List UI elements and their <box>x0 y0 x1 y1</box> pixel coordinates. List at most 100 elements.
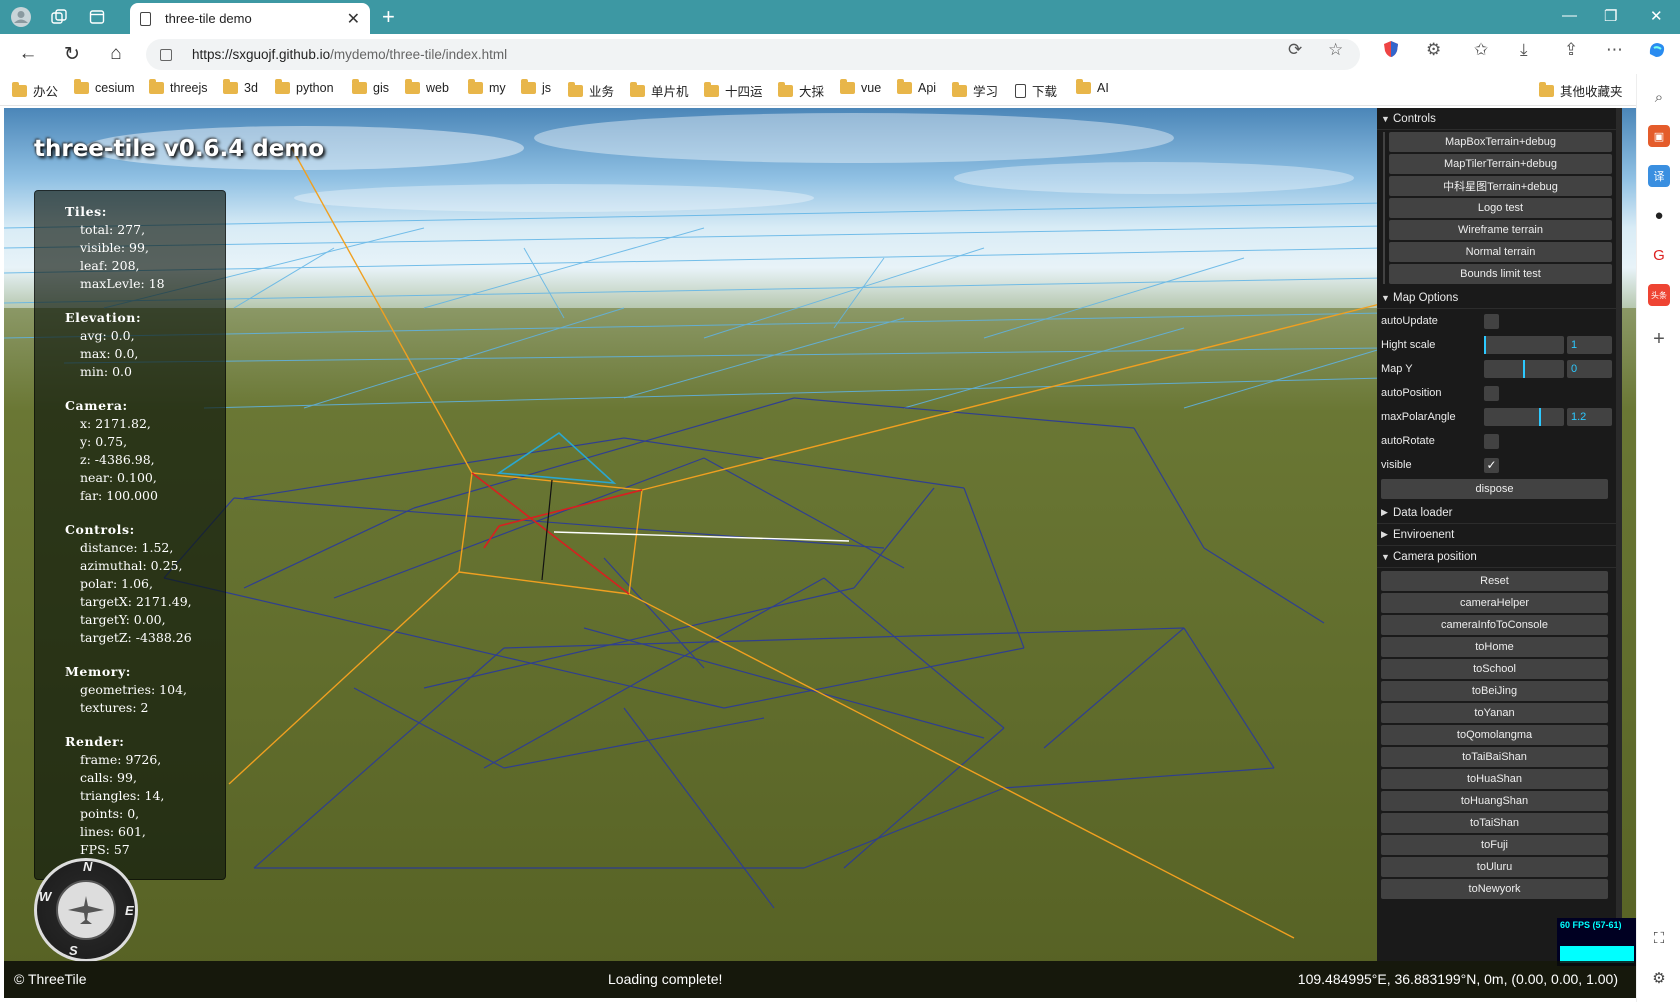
to-uluru-button[interactable]: toUluru <box>1381 857 1608 877</box>
wireframe-terrain-button[interactable]: Wireframe terrain <box>1389 220 1612 240</box>
auto-update-checkbox[interactable] <box>1484 313 1499 329</box>
max-polar-angle-input[interactable]: 1.2 <box>1567 408 1612 426</box>
bookmark-folder[interactable]: Api <box>897 79 936 95</box>
extension-shield-icon[interactable] <box>1382 40 1400 63</box>
workspaces-icon[interactable] <box>48 6 70 28</box>
favorite-star-icon[interactable]: ☆ <box>1328 40 1343 60</box>
favorites-icon[interactable]: ✩ <box>1474 40 1488 60</box>
environment-folder[interactable]: ▶ Enviroenent <box>1377 524 1622 546</box>
site-info-icon[interactable] <box>160 48 172 61</box>
normal-terrain-button[interactable]: Normal terrain <box>1389 242 1612 262</box>
share-icon[interactable]: ⇪ <box>1564 40 1578 60</box>
bookmark-folder[interactable]: 业务 <box>568 81 614 100</box>
bookmark-folder[interactable]: 十四运 <box>704 81 763 100</box>
bookmark-folder[interactable]: gis <box>352 79 389 95</box>
maptiler-terrain-button[interactable]: MapTilerTerrain+debug <box>1389 154 1612 174</box>
refresh-icon[interactable]: ↻ <box>60 43 84 65</box>
auto-rotate-checkbox[interactable] <box>1484 433 1499 449</box>
to-school-button[interactable]: toSchool <box>1381 659 1608 679</box>
tools-icon[interactable]: ▣ <box>1648 125 1670 147</box>
to-beijing-button[interactable]: toBeiJing <box>1381 681 1608 701</box>
slider-thumb[interactable] <box>1484 336 1486 354</box>
folder-icon <box>1076 79 1091 94</box>
camera-group: Camera: x: 2171.82, y: 0.75, z: -4386.98… <box>65 398 225 506</box>
geovis-terrain-button[interactable]: 中科星图Terrain+debug <box>1389 176 1612 196</box>
to-huashan-button[interactable]: toHuaShan <box>1381 769 1608 789</box>
map-options-folder[interactable]: ▼ Map Options <box>1377 287 1622 309</box>
bookmark-folder[interactable]: 3d <box>223 79 258 95</box>
to-qomolangma-button[interactable]: toQomolangma <box>1381 725 1608 745</box>
fps-monitor[interactable]: 60 FPS (57-61) <box>1557 918 1636 966</box>
auto-position-label: autoPosition <box>1381 387 1442 399</box>
bounds-limit-test-button[interactable]: Bounds limit test <box>1389 264 1612 284</box>
auto-position-checkbox[interactable] <box>1484 385 1499 401</box>
slider-thumb[interactable] <box>1538 408 1541 426</box>
to-taishan-button[interactable]: toTaiShan <box>1381 813 1608 833</box>
logo-test-button[interactable]: Logo test <box>1389 198 1612 218</box>
settings-gear-icon[interactable]: ⚙ <box>1648 967 1670 989</box>
copilot-icon[interactable] <box>1647 40 1667 65</box>
controls-folder[interactable]: ▼ Controls <box>1377 108 1622 130</box>
bookmark-folder[interactable]: cesium <box>74 79 135 95</box>
bookmark-folder[interactable]: python <box>275 79 334 95</box>
to-home-button[interactable]: toHome <box>1381 637 1608 657</box>
add-app-icon[interactable]: + <box>1648 328 1670 350</box>
home-icon[interactable]: ⌂ <box>104 43 128 65</box>
bookmark-folder[interactable]: AI <box>1076 79 1109 95</box>
to-huangshan-button[interactable]: toHuangShan <box>1381 791 1608 811</box>
hight-scale-input[interactable]: 1 <box>1567 336 1612 354</box>
slider-thumb[interactable] <box>1523 360 1525 378</box>
minimize-icon[interactable]: — <box>1562 7 1577 24</box>
camera-info-button[interactable]: cameraInfoToConsole <box>1381 615 1608 635</box>
airplane-icon <box>68 896 104 924</box>
more-menu-icon[interactable]: ⋯ <box>1606 40 1623 60</box>
mapbox-terrain-button[interactable]: MapBoxTerrain+debug <box>1389 132 1612 152</box>
extensions-icon[interactable]: ⚙ <box>1426 40 1441 60</box>
other-bookmarks[interactable]: 其他收藏夹 <box>1539 81 1623 100</box>
tab-three-tile-demo[interactable]: three-tile demo ✕ <box>130 3 370 34</box>
bookmark-folder[interactable]: threejs <box>149 79 208 95</box>
restore-icon[interactable]: ❐ <box>1604 7 1617 25</box>
toutiao-icon[interactable]: 头条 <box>1648 284 1670 306</box>
address-bar[interactable]: https://sxguojf.github.io /mydemo/three-… <box>146 39 1360 70</box>
github-icon[interactable]: ● <box>1648 204 1670 226</box>
map-y-slider[interactable] <box>1484 360 1564 378</box>
to-fuji-button[interactable]: toFuji <box>1381 835 1608 855</box>
bookmark-folder[interactable]: 办公 <box>12 81 58 100</box>
gui-scrollbar[interactable] <box>1616 108 1622 961</box>
bookmark-folder[interactable]: 学习 <box>952 81 998 100</box>
reset-button[interactable]: Reset <box>1381 571 1608 591</box>
bookmark-file[interactable]: 下载 <box>1015 81 1057 100</box>
bookmark-folder[interactable]: web <box>405 79 449 95</box>
bookmark-folder[interactable]: js <box>521 79 551 95</box>
bookmark-folder[interactable]: my <box>468 79 506 95</box>
back-icon[interactable]: ← <box>16 43 40 65</box>
to-yanan-button[interactable]: toYanan <box>1381 703 1608 723</box>
to-newyork-button[interactable]: toNewyork <box>1381 879 1608 899</box>
compass[interactable]: N E S W <box>34 858 138 962</box>
bookmark-folder[interactable]: 单片机 <box>630 81 689 100</box>
profile-icon[interactable] <box>10 6 32 28</box>
camera-helper-button[interactable]: cameraHelper <box>1381 593 1608 613</box>
g-app-icon[interactable]: G <box>1648 244 1670 266</box>
hight-scale-slider[interactable] <box>1484 336 1564 354</box>
translate-icon[interactable]: ⟳ <box>1288 40 1302 60</box>
visible-checkbox[interactable]: ✓ <box>1484 457 1499 473</box>
close-tab-icon[interactable]: ✕ <box>347 9 360 29</box>
downloads-icon[interactable]: ⤓ <box>1520 40 1528 60</box>
cloud <box>294 184 814 212</box>
to-taibaishan-button[interactable]: toTaiBaiShan <box>1381 747 1608 767</box>
screenshot-icon[interactable]: ⛶ <box>1648 927 1670 949</box>
map-y-input[interactable]: 0 <box>1567 360 1612 378</box>
search-icon[interactable]: ⌕ <box>1648 86 1670 108</box>
new-tab-icon[interactable]: + <box>382 4 395 30</box>
bookmark-folder[interactable]: 大採 <box>778 81 824 100</box>
camera-position-folder[interactable]: ▼ Camera position <box>1377 546 1622 568</box>
data-loader-folder[interactable]: ▶ Data loader <box>1377 502 1622 524</box>
tab-actions-icon[interactable] <box>86 6 108 28</box>
bookmark-folder[interactable]: vue <box>840 79 881 95</box>
window-close-icon[interactable]: ✕ <box>1650 7 1663 25</box>
translator-icon[interactable]: 译 <box>1648 165 1670 187</box>
max-polar-angle-slider[interactable] <box>1484 408 1564 426</box>
dispose-button[interactable]: dispose <box>1381 479 1608 499</box>
